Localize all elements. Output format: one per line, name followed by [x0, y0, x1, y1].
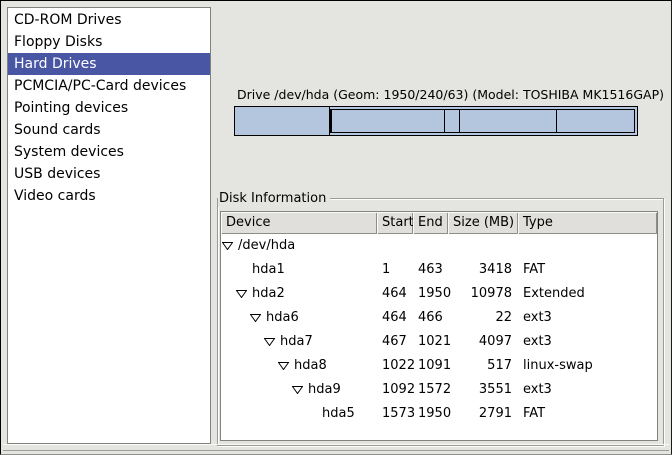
- end-value: 1021: [413, 330, 448, 354]
- size-value: 3418: [448, 258, 518, 282]
- start-value: [377, 234, 413, 258]
- drive-description-label: Drive /dev/hda (Geom: 1950/240/63) (Mode…: [237, 87, 664, 102]
- expander-icon[interactable]: [292, 386, 308, 394]
- start-value: 464: [377, 282, 413, 306]
- window-bottom-bevel: [3, 444, 669, 451]
- table-row-hda6[interactable]: hda6 464 466 22 ext3: [221, 306, 657, 330]
- table-row-hda8[interactable]: hda8 1022 1091 517 linux-swap: [221, 354, 657, 378]
- device-name: hda1: [252, 258, 285, 282]
- expander-icon[interactable]: [250, 314, 266, 322]
- partition-segment-hda5: [557, 110, 634, 132]
- table-header-row: Device Start End Size (MB) Type: [221, 212, 657, 234]
- partition-segment-hda8: [445, 110, 459, 132]
- end-value: 466: [413, 306, 448, 330]
- size-value: 517: [448, 354, 518, 378]
- extended-partition-area: [330, 107, 637, 135]
- sidebar-item-hard-drives[interactable]: Hard Drives: [8, 53, 210, 75]
- sidebar-item-floppy-disks[interactable]: Floppy Disks: [8, 31, 210, 53]
- column-header-device[interactable]: Device: [221, 212, 377, 234]
- size-value: [448, 234, 518, 258]
- partition-segment-hda1: [235, 107, 330, 135]
- end-value: 1950: [413, 402, 448, 426]
- end-value: [413, 234, 448, 258]
- expander-icon[interactable]: [222, 242, 238, 250]
- table-row-hda9[interactable]: hda9 1092 1572 3551 ext3: [221, 378, 657, 402]
- device-name: hda7: [280, 330, 313, 354]
- column-header-type[interactable]: Type: [518, 212, 657, 234]
- type-value: FAT: [518, 402, 657, 426]
- type-value: linux-swap: [518, 354, 657, 378]
- type-value: ext3: [518, 378, 657, 402]
- disk-information-table: Device Start End Size (MB) Type /dev/hda…: [220, 211, 658, 441]
- disk-information-label: Disk Information: [218, 190, 330, 207]
- end-value: 1950: [413, 282, 448, 306]
- device-name: hda5: [322, 402, 355, 426]
- device-name: hda2: [252, 282, 285, 306]
- device-category-list: CD-ROM Drives Floppy Disks Hard Drives P…: [7, 7, 211, 444]
- type-value: Extended: [518, 282, 657, 306]
- sidebar-item-video-cards[interactable]: Video cards: [8, 185, 210, 207]
- partition-segment-hda7: [332, 110, 445, 132]
- size-value: 3551: [448, 378, 518, 402]
- start-value: 1092: [377, 378, 413, 402]
- end-value: 1091: [413, 354, 448, 378]
- table-row-hda2[interactable]: hda2 464 1950 10978 Extended: [221, 282, 657, 306]
- expander-icon[interactable]: [264, 338, 280, 346]
- sidebar-item-pcmcia-devices[interactable]: PCMCIA/PC-Card devices: [8, 75, 210, 97]
- expander-icon[interactable]: [236, 290, 252, 298]
- disk-information-groupbox: Disk Information Device Start End Size (…: [217, 198, 664, 446]
- start-value: 467: [377, 330, 413, 354]
- type-value: ext3: [518, 306, 657, 330]
- end-value: 1572: [413, 378, 448, 402]
- sidebar-item-usb-devices[interactable]: USB devices: [8, 163, 210, 185]
- size-value: 10978: [448, 282, 518, 306]
- device-name: hda9: [308, 378, 341, 402]
- sidebar-item-cd-rom-drives[interactable]: CD-ROM Drives: [8, 9, 210, 31]
- device-name: hda8: [294, 354, 327, 378]
- table-row-hda7[interactable]: hda7 467 1021 4097 ext3: [221, 330, 657, 354]
- partition-segment-hda9: [460, 110, 558, 132]
- size-value: 22: [448, 306, 518, 330]
- expander-icon[interactable]: [278, 362, 294, 370]
- table-row-hda5[interactable]: hda5 1573 1950 2791 FAT: [221, 402, 657, 426]
- column-header-size[interactable]: Size (MB): [448, 212, 518, 234]
- type-value: [518, 234, 657, 258]
- table-row-dev-hda[interactable]: /dev/hda: [221, 234, 657, 258]
- device-name: hda6: [266, 306, 299, 330]
- type-value: FAT: [518, 258, 657, 282]
- end-value: 463: [413, 258, 448, 282]
- sidebar-item-sound-cards[interactable]: Sound cards: [8, 119, 210, 141]
- table-row-hda1[interactable]: hda1 1 463 3418 FAT: [221, 258, 657, 282]
- extended-partition-box: [330, 109, 635, 133]
- column-header-start[interactable]: Start: [377, 212, 413, 234]
- type-value: ext3: [518, 330, 657, 354]
- size-value: 4097: [448, 330, 518, 354]
- sidebar-item-pointing-devices[interactable]: Pointing devices: [8, 97, 210, 119]
- start-value: 1573: [377, 402, 413, 426]
- size-value: 2791: [448, 402, 518, 426]
- device-name: /dev/hda: [238, 234, 295, 258]
- hardware-browser-window: CD-ROM Drives Floppy Disks Hard Drives P…: [0, 0, 672, 455]
- start-value: 1: [377, 258, 413, 282]
- start-value: 1022: [377, 354, 413, 378]
- start-value: 464: [377, 306, 413, 330]
- partition-bar: [234, 106, 638, 136]
- sidebar-item-system-devices[interactable]: System devices: [8, 141, 210, 163]
- column-header-end[interactable]: End: [413, 212, 448, 234]
